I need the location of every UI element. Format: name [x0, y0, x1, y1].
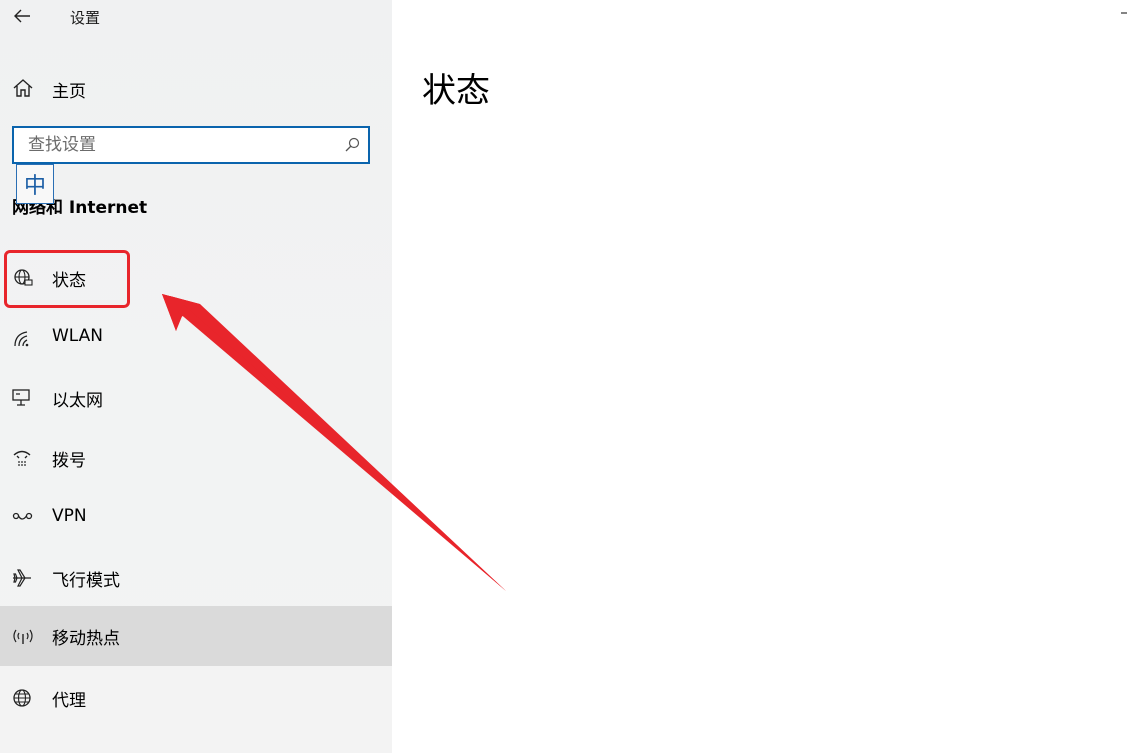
nav-label: 拨号 — [52, 451, 86, 471]
nav-label: WLAN — [52, 326, 104, 346]
dialup-icon — [13, 450, 31, 466]
nav-item-status[interactable]: 状态 — [0, 248, 392, 308]
wifi-icon — [14, 331, 29, 347]
sidebar: 设置 主页 网络和 Internet 中 状态 WLAN — [0, 0, 392, 753]
ethernet-icon — [12, 389, 30, 406]
nav-item-airplane-mode[interactable]: 飞行模式 — [0, 548, 392, 608]
search-icon[interactable] — [344, 137, 360, 153]
nav-item-vpn[interactable]: VPN — [0, 488, 392, 548]
back-arrow-icon — [14, 9, 30, 23]
globe-proxy-icon — [13, 689, 31, 707]
nav-label: 以太网 — [52, 391, 103, 411]
search-input[interactable] — [14, 128, 348, 162]
nav-item-proxy[interactable]: 代理 — [0, 668, 392, 728]
home-label: 主页 — [52, 82, 86, 102]
hotspot-icon — [13, 629, 33, 644]
title-bar: 设置 — [0, 0, 392, 34]
home-nav-item[interactable]: 主页 — [0, 68, 392, 108]
nav-item-wlan[interactable]: WLAN — [0, 308, 392, 368]
nav-item-ethernet[interactable]: 以太网 — [0, 368, 392, 428]
search-box[interactable] — [12, 126, 370, 164]
vpn-icon — [12, 512, 33, 520]
nav-item-dialup[interactable]: 拨号 — [0, 428, 392, 488]
back-button[interactable] — [8, 2, 36, 30]
minimize-button[interactable] — [1120, 4, 1129, 18]
home-icon — [13, 79, 33, 97]
nav-label: 代理 — [52, 691, 86, 711]
nav-item-mobile-hotspot[interactable]: 移动热点 — [0, 606, 392, 666]
nav-label: 移动热点 — [52, 629, 120, 649]
minimize-icon — [1121, 12, 1127, 14]
globe-status-icon — [14, 269, 33, 286]
nav-label: VPN — [52, 506, 87, 526]
nav-label: 飞行模式 — [52, 571, 120, 591]
page-title: 状态 — [422, 71, 490, 111]
airplane-icon — [13, 569, 31, 587]
ime-indicator[interactable]: 中 — [16, 164, 54, 204]
app-title: 设置 — [70, 9, 101, 27]
nav-label: 状态 — [52, 271, 86, 291]
